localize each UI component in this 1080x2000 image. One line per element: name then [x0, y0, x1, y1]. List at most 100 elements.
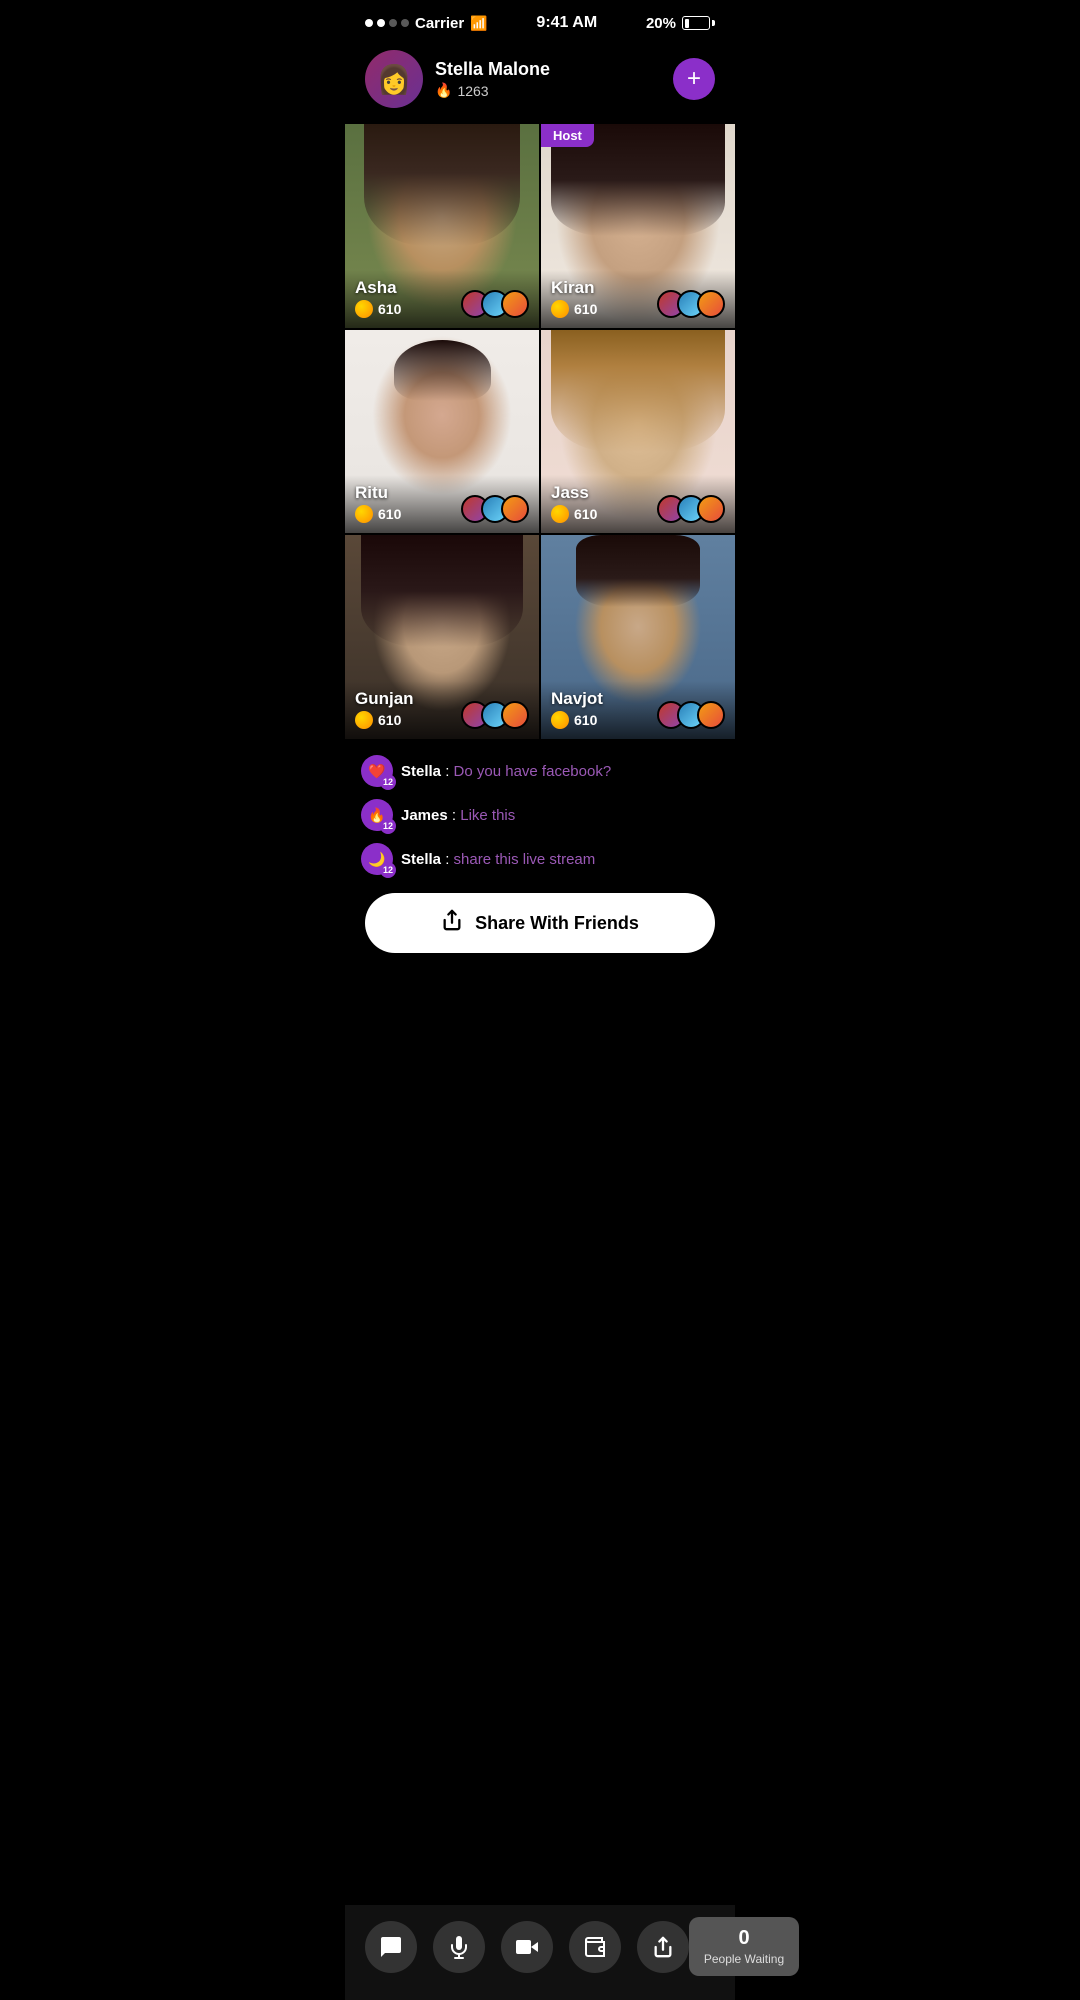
share-with-friends-button[interactable]: Share With Friends	[365, 893, 715, 953]
avatar-stack-kiran	[657, 290, 725, 318]
signal-dot-3	[389, 19, 397, 27]
chat-separator: :	[452, 807, 460, 824]
coin-icon	[355, 300, 373, 318]
chat-text-1: Stella : Do you have facebook?	[401, 763, 611, 780]
share-icon-button[interactable]	[637, 1921, 689, 1973]
cell-coins-gunjan: 610	[355, 711, 414, 729]
chat-content: share this live stream	[454, 851, 596, 868]
avatar-stack-asha	[461, 290, 529, 318]
cell-name-gunjan: Gunjan	[355, 689, 414, 709]
chat-separator: :	[445, 763, 453, 780]
time-display: 9:41 AM	[536, 14, 597, 32]
profile-row: 👩 Stella Malone 🔥 1263 +	[345, 40, 735, 124]
chat-avatar-stella-1: ❤️ 12	[361, 755, 393, 787]
share-button-label: Share With Friends	[475, 913, 639, 934]
share-section: Share With Friends	[345, 885, 735, 969]
cell-name-ritu: Ritu	[355, 483, 401, 503]
microphone-icon	[447, 1935, 471, 1959]
people-waiting-box: 0 People Waiting	[689, 1917, 799, 1976]
status-right: 20%	[646, 15, 715, 32]
chat-icon-button[interactable]	[365, 1921, 417, 1973]
chat-username: James	[401, 807, 448, 824]
cell-coins-asha: 610	[355, 300, 401, 318]
chat-section: ❤️ 12 Stella : Do you have facebook? 🔥 1…	[345, 739, 735, 885]
cell-overlay-gunjan: Gunjan 610	[345, 681, 539, 739]
chat-text-2: James : Like this	[401, 807, 515, 824]
host-badge: Host	[541, 124, 594, 147]
avatar-stack-navjot	[657, 701, 725, 729]
chat-bubble-icon	[379, 1935, 403, 1959]
bottom-bar: 0 People Waiting	[345, 1905, 735, 2000]
score-value: 1263	[457, 83, 488, 99]
chat-avatar-stella-2: 🌙 12	[361, 843, 393, 875]
chat-text-3: Stella : share this live stream	[401, 851, 595, 868]
chat-message-2: 🔥 12 James : Like this	[361, 799, 719, 831]
chat-content: Do you have facebook?	[454, 763, 612, 780]
people-waiting-label: People Waiting	[703, 1952, 785, 1966]
carrier-label: Carrier	[415, 15, 464, 32]
chat-username: Stella	[401, 763, 441, 780]
chat-badge: 12	[380, 818, 396, 834]
coin-icon	[551, 711, 569, 729]
wallet-icon	[583, 1935, 607, 1959]
avatar-stack-item	[697, 495, 725, 523]
flame-icon: 🔥	[435, 82, 452, 99]
profile-score: 🔥 1263	[435, 82, 661, 99]
people-count: 0	[703, 1927, 785, 1950]
profile-name: Stella Malone	[435, 59, 661, 80]
video-camera-icon	[515, 1935, 539, 1959]
cell-overlay-kiran: Kiran 610	[541, 270, 735, 328]
video-cell-navjot[interactable]: Navjot 610	[541, 535, 735, 739]
cell-name-asha: Asha	[355, 278, 401, 298]
battery-percent: 20%	[646, 15, 676, 32]
avatar-stack-gunjan	[461, 701, 529, 729]
video-grid: Asha 610 Host Kiran 610	[345, 124, 735, 739]
video-icon-button[interactable]	[501, 1921, 553, 1973]
coin-icon	[355, 711, 373, 729]
chat-username: Stella	[401, 851, 441, 868]
coin-icon	[551, 505, 569, 523]
cell-overlay-jass: Jass 610	[541, 475, 735, 533]
microphone-icon-button[interactable]	[433, 1921, 485, 1973]
avatar-stack-item	[501, 290, 529, 318]
bottom-spacer	[345, 969, 735, 1059]
bottom-icons	[365, 1921, 689, 1973]
cell-coins-ritu: 610	[355, 505, 401, 523]
status-bar: Carrier 📶 9:41 AM 20%	[345, 0, 735, 40]
cell-coins-jass: 610	[551, 505, 597, 523]
chat-content: Like this	[460, 807, 515, 824]
avatar-stack-item	[501, 495, 529, 523]
video-cell-kiran[interactable]: Host Kiran 610	[541, 124, 735, 328]
video-cell-asha[interactable]: Asha 610	[345, 124, 539, 328]
avatar-stack-jass	[657, 495, 725, 523]
battery-icon	[682, 16, 715, 30]
avatar-stack-item	[501, 701, 529, 729]
chat-avatar-james: 🔥 12	[361, 799, 393, 831]
cell-coins-navjot: 610	[551, 711, 603, 729]
signal-dot-2	[377, 19, 385, 27]
cell-overlay-ritu: Ritu 610	[345, 475, 539, 533]
cell-coins-kiran: 610	[551, 300, 597, 318]
chat-badge: 12	[380, 862, 396, 878]
cell-overlay-navjot: Navjot 610	[541, 681, 735, 739]
avatar: 👩	[365, 50, 423, 108]
chat-separator: :	[445, 851, 453, 868]
video-cell-ritu[interactable]: Ritu 610	[345, 330, 539, 534]
wifi-icon: 📶	[470, 15, 487, 32]
chat-message-1: ❤️ 12 Stella : Do you have facebook?	[361, 755, 719, 787]
coin-icon	[355, 505, 373, 523]
signal-dots	[365, 19, 409, 27]
avatar-stack-item	[697, 290, 725, 318]
avatar-stack-ritu	[461, 495, 529, 523]
add-button[interactable]: +	[673, 58, 715, 100]
chat-badge: 12	[380, 774, 396, 790]
wallet-icon-button[interactable]	[569, 1921, 621, 1973]
cell-name-navjot: Navjot	[551, 689, 603, 709]
chat-message-3: 🌙 12 Stella : share this live stream	[361, 843, 719, 875]
signal-dot-1	[365, 19, 373, 27]
cell-name-jass: Jass	[551, 483, 597, 503]
share-icon	[652, 1936, 674, 1958]
video-cell-jass[interactable]: Jass 610	[541, 330, 735, 534]
video-cell-gunjan[interactable]: Gunjan 610	[345, 535, 539, 739]
status-left: Carrier 📶	[365, 15, 488, 32]
